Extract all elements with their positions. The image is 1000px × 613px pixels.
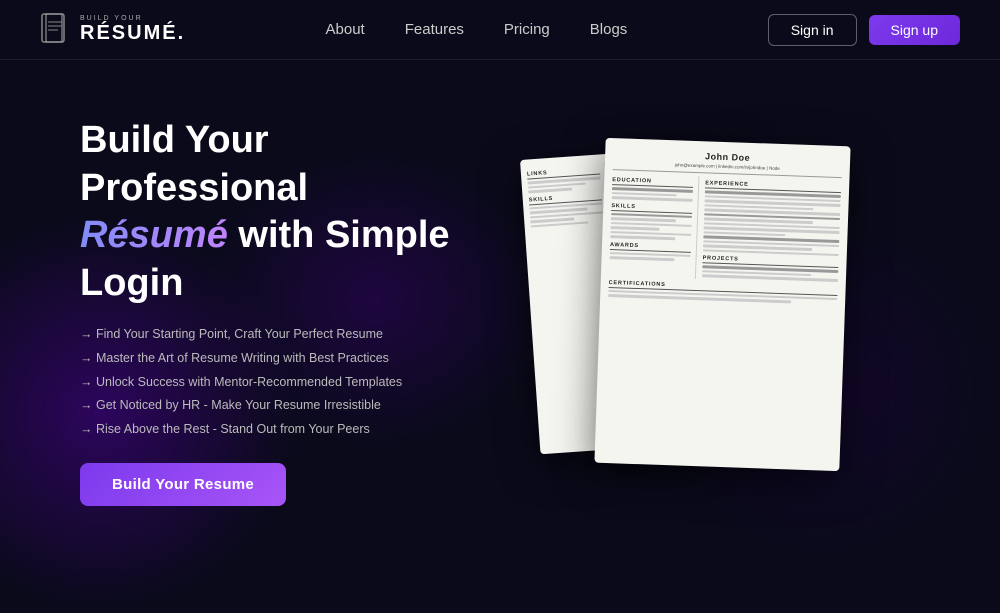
hero-right: LINKS SKILLS WORK John Doe bbox=[510, 112, 920, 512]
cta-button[interactable]: Build Your Resume bbox=[80, 463, 286, 506]
logo-text: BUILD YOUR RÉSUMÉ. bbox=[80, 15, 185, 44]
bullet-4: → Get Noticed by HR - Make Your Resume I… bbox=[80, 396, 490, 415]
logo-resume-text: RÉSUMÉ. bbox=[80, 22, 185, 44]
nav-actions: Sign in Sign up bbox=[768, 14, 960, 46]
bullet-2: → Master the Art of Resume Writing with … bbox=[80, 349, 490, 368]
signup-button[interactable]: Sign up bbox=[869, 15, 960, 45]
signin-button[interactable]: Sign in bbox=[768, 14, 857, 46]
main-content: Build Your Professional Résumé with Simp… bbox=[0, 60, 1000, 563]
hero-left: Build Your Professional Résumé with Simp… bbox=[80, 117, 510, 506]
hero-title-highlight: Résumé bbox=[80, 214, 228, 256]
nav-about[interactable]: About bbox=[326, 21, 365, 38]
hero-bullets: → Find Your Starting Point, Craft Your P… bbox=[80, 325, 490, 439]
nav-links: About Features Pricing Blogs bbox=[326, 21, 628, 39]
nav-features[interactable]: Features bbox=[405, 21, 464, 38]
bullet-5: → Rise Above the Rest - Stand Out from Y… bbox=[80, 420, 490, 439]
logo-build-text: BUILD YOUR bbox=[80, 15, 185, 22]
hero-title-part1: Build Your Professional bbox=[80, 119, 308, 209]
bullet-3: → Unlock Success with Mentor-Recommended… bbox=[80, 373, 490, 392]
nav-pricing[interactable]: Pricing bbox=[504, 21, 550, 38]
resume-preview-front: John Doe john@example.com | linkedin.com… bbox=[594, 137, 850, 470]
bullet-1: → Find Your Starting Point, Craft Your P… bbox=[80, 325, 490, 344]
navbar: BUILD YOUR RÉSUMÉ. About Features Pricin… bbox=[0, 0, 1000, 60]
nav-blogs[interactable]: Blogs bbox=[590, 21, 628, 38]
hero-title: Build Your Professional Résumé with Simp… bbox=[80, 117, 490, 307]
logo[interactable]: BUILD YOUR RÉSUMÉ. bbox=[40, 12, 185, 48]
logo-icon bbox=[40, 12, 72, 48]
